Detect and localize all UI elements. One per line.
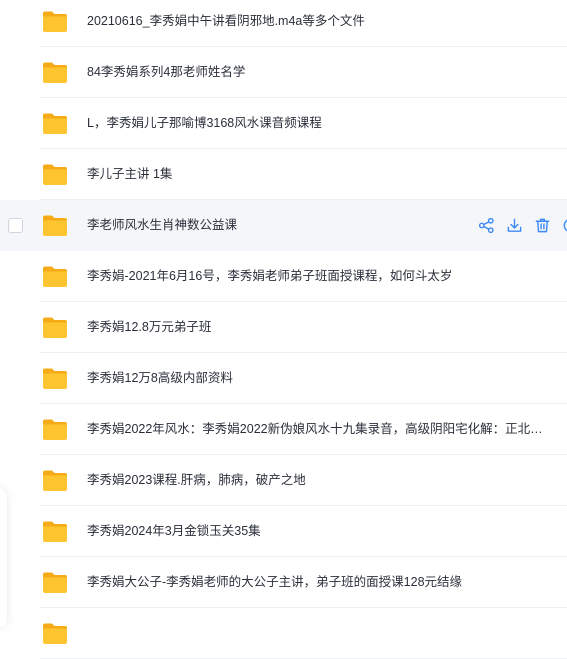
file-row[interactable]: 李儿子主讲 1集 [0,149,567,200]
file-row[interactable]: L，李秀娟儿子那喻博3168风水课音频课程 [0,98,567,149]
file-row[interactable] [0,608,567,659]
folder-icon [43,419,67,440]
file-name[interactable]: 李秀娟2022年风水：李秀娟2022新伪娘风水十九集录音，高级阴阳宅化解：正北灶… [87,404,555,455]
folder-icon [43,623,67,644]
file-list: 20210616_李秀娟中午讲看阴邪地.m4a等多个文件 84李秀娟系列4那老师… [0,0,567,659]
share-icon[interactable] [478,217,495,234]
file-row[interactable]: 84李秀娟系列4那老师姓名学 [0,47,567,98]
file-row[interactable]: 李秀娟12.8万元弟子班 [0,302,567,353]
file-row-hovered[interactable]: 李老师风水生肖神数公益课 [0,200,567,251]
file-row[interactable]: 李秀娟2022年风水：李秀娟2022新伪娘风水十九集录音，高级阴阳宅化解：正北灶… [0,404,567,455]
file-name[interactable]: 李老师风水生肖神数公益课 [87,200,237,251]
folder-icon [43,470,67,491]
floating-side-panel [0,488,7,628]
file-name[interactable]: L，李秀娟儿子那喻博3168风水课音频课程 [87,98,322,149]
file-name[interactable]: 李秀娟2024年3月金锁玉关35集 [87,506,261,557]
file-name[interactable]: 李秀娟12万8高级内部资料 [87,353,233,404]
folder-icon [43,521,67,542]
file-row[interactable]: 李秀娟12万8高级内部资料 [0,353,567,404]
folder-icon [43,266,67,287]
folder-icon [43,572,67,593]
delete-icon[interactable] [534,217,551,234]
file-row[interactable]: 李秀娟大公子-李秀娟老师的大公子主讲，弟子班的面授课128元结缘 [0,557,567,608]
file-row[interactable]: 李秀娟2024年3月金锁玉关35集 [0,506,567,557]
file-name[interactable]: 李秀娟大公子-李秀娟老师的大公子主讲，弟子班的面授课128元结缘 [87,557,462,608]
file-name[interactable]: 84李秀娟系列4那老师姓名学 [87,47,245,98]
folder-icon [43,113,67,134]
file-row[interactable]: 李秀娟2023课程.肝病，肺病，破产之地 [0,455,567,506]
folder-icon [43,215,67,236]
file-row[interactable]: 李秀娟-2021年6月16号，李秀娟老师弟子班面授课程，如何斗太岁 [0,251,567,302]
row-actions [478,217,567,235]
folder-icon [43,62,67,83]
folder-icon [43,164,67,185]
file-name[interactable]: 20210616_李秀娟中午讲看阴邪地.m4a等多个文件 [87,0,365,47]
download-icon[interactable] [506,217,523,234]
file-name[interactable]: 李儿子主讲 1集 [87,149,172,200]
more-icon[interactable] [562,217,567,234]
file-row[interactable]: 20210616_李秀娟中午讲看阴邪地.m4a等多个文件 [0,0,567,47]
file-name[interactable]: 李秀娟2023课程.肝病，肺病，破产之地 [87,455,306,506]
folder-icon [43,317,67,338]
file-name[interactable]: 李秀娟-2021年6月16号，李秀娟老师弟子班面授课程，如何斗太岁 [87,251,452,302]
file-name[interactable]: 李秀娟12.8万元弟子班 [87,302,211,353]
row-checkbox[interactable] [8,218,23,233]
folder-icon [43,11,67,32]
folder-icon [43,368,67,389]
